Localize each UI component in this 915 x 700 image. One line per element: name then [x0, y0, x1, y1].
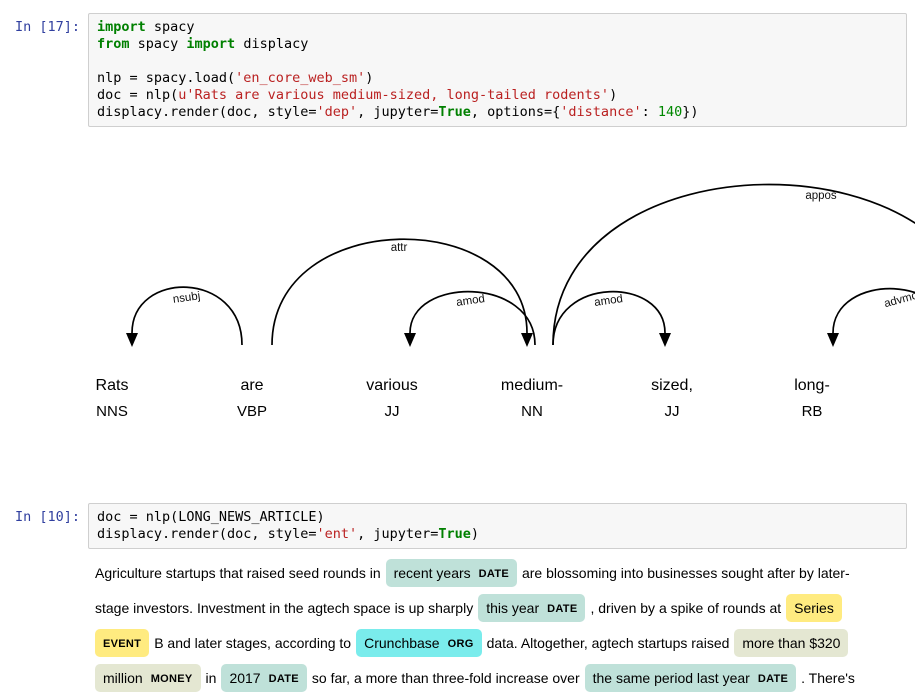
code-editor-2[interactable]: doc = nlp(LONG_NEWS_ARTICLE)displacy.ren… [88, 503, 907, 549]
input-prompt-1: In [17]: [15, 19, 80, 36]
dep-pos-tag: NN [521, 403, 543, 420]
ner-text-line: EVENT B and later stages, according to Cru… [95, 626, 907, 661]
entity-chip-date: recent years DATE [386, 559, 517, 587]
entity-chip-date: this year DATE [478, 594, 585, 622]
entity-label: DATE [758, 673, 788, 685]
code-editor-1[interactable]: import spacyfrom spacy import displacy n… [88, 13, 907, 127]
entity-chip-event: Series [786, 594, 842, 622]
dep-word: Rats [96, 377, 129, 394]
entity-text: 2017 [229, 670, 260, 686]
dep-word: various [366, 377, 418, 394]
dep-arrowhead [126, 333, 138, 347]
dependency-parse-svg: nsubj attr amod amod appos advmod Rats NNS are VB… [0, 140, 915, 460]
dep-arc-appos [553, 185, 915, 346]
text-run: are blossoming into businesses sought af… [522, 565, 850, 581]
dep-arrowhead [659, 333, 671, 347]
entity-chip-org: Crunchbase ORG [356, 629, 481, 657]
entity-chip-money: more than $320 [734, 629, 848, 657]
code-line: displacy.render(doc, style='dep', jupyte… [97, 104, 898, 121]
entity-label: DATE [479, 568, 509, 580]
text-run: , driven by a spike of rounds at [590, 600, 781, 616]
text-run: . There's [801, 670, 855, 686]
dep-arrowhead [404, 333, 416, 347]
text-run: so far, a more than three-fold increase … [312, 670, 580, 686]
dep-pos-tag: JJ [665, 403, 680, 420]
dep-arc-label: appos [805, 190, 837, 202]
dep-word: are [240, 377, 263, 394]
dep-word: long- [794, 377, 830, 394]
dep-arrowhead [827, 333, 839, 347]
code-line [97, 53, 898, 70]
text-run: in [206, 670, 217, 686]
code-line: from spacy import displacy [97, 36, 898, 53]
code-line: nlp = spacy.load('en_core_web_sm') [97, 70, 898, 87]
input-prompt-2: In [10]: [15, 509, 80, 526]
dep-pos-tag: VBP [237, 403, 267, 420]
entity-label: MONEY [151, 673, 193, 685]
entity-chip-date: 2017 DATE [221, 664, 306, 692]
dep-arc-label: amod [593, 293, 623, 309]
dep-arc-label: nsubj [172, 290, 201, 306]
text-run: Agriculture startups that raised seed ro… [95, 565, 381, 581]
entity-text: Series [794, 600, 834, 616]
dep-arc-label: advmod [883, 288, 915, 310]
entity-label: DATE [269, 673, 299, 685]
entity-chip-date: the same period last year DATE [585, 664, 797, 692]
entity-visualization: Agriculture startups that raised seed ro… [95, 556, 907, 696]
entity-label: EVENT [103, 638, 141, 650]
text-run: stage investors. Investment in the agtec… [95, 600, 473, 616]
entity-label: ORG [448, 638, 474, 650]
ner-text-line: Agriculture startups that raised seed ro… [95, 556, 907, 591]
ner-text-line: stage investors. Investment in the agtec… [95, 591, 907, 626]
dep-pos-tag: NNS [96, 403, 128, 420]
dep-arc-label: attr [391, 242, 408, 254]
dep-arc-label: amod [455, 293, 485, 309]
code-line: import spacy [97, 19, 898, 36]
code-line: displacy.render(doc, style='ent', jupyte… [97, 526, 898, 543]
entity-chip-money: million MONEY [95, 664, 201, 692]
entity-text: million [103, 670, 143, 686]
text-run: data. Altogether, agtech startups raised [487, 635, 730, 651]
ner-text-line: million MONEY in 2017 DATE so far, a more tha… [95, 661, 907, 696]
text-run: B and later stages, according to [154, 635, 351, 651]
code-line: doc = nlp(LONG_NEWS_ARTICLE) [97, 509, 898, 526]
entity-text: more than $320 [742, 635, 840, 651]
code-line: doc = nlp(u'Rats are various medium-size… [97, 87, 898, 104]
dep-word: sized, [651, 377, 693, 394]
entity-text: Crunchbase [364, 635, 440, 651]
dep-pos-tag: RB [802, 403, 823, 420]
dep-arc-attr [272, 239, 527, 345]
entity-label: DATE [547, 603, 577, 615]
dep-arrowhead [521, 333, 533, 347]
entity-text: recent years [394, 565, 471, 581]
dep-pos-tag: JJ [385, 403, 400, 420]
entity-text: this year [486, 600, 539, 616]
dep-word: medium- [501, 377, 563, 394]
entity-text: the same period last year [593, 670, 750, 686]
entity-chip-event: EVENT [95, 629, 149, 657]
dependency-visualization: nsubj attr amod amod appos advmod Rats NNS are VB… [0, 140, 915, 460]
